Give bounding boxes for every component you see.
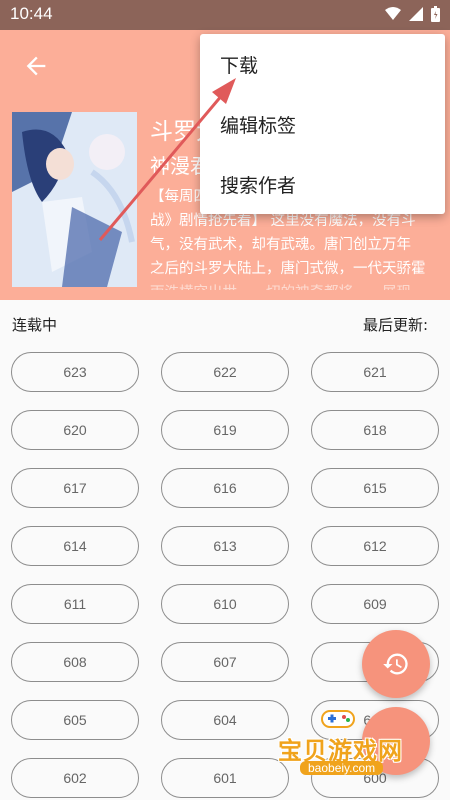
watermark-url: baobeiy.com [300,761,384,775]
gamepad-icon [321,710,355,728]
annotation-arrow [98,78,236,241]
watermark: 宝贝游戏网 baobeiy.com [278,705,428,780]
